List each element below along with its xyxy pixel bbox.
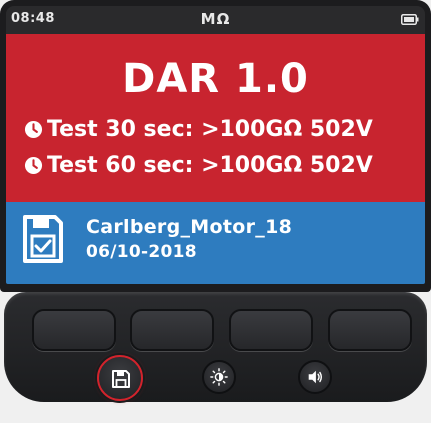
result-line-text: Test 30 sec: >100GΩ 502V (47, 116, 373, 142)
soft-key-2[interactable] (130, 309, 214, 351)
device-bezel: 08:48 MΩ DAR 1.0 Test 30 sec: >100GΩ 502… (0, 0, 431, 292)
brightness-icon (210, 368, 228, 386)
measurement-unit: MΩ (200, 10, 231, 28)
speaker-icon (308, 370, 323, 384)
battery-icon (401, 14, 419, 25)
file-name: Carlberg_Motor_18 (86, 216, 293, 238)
result-title: DAR 1.0 (122, 56, 309, 102)
save-button[interactable] (97, 355, 143, 401)
result-panel: DAR 1.0 Test 30 sec: >100GΩ 502V Test 60… (6, 34, 425, 202)
result-line-60s: Test 60 sec: >100GΩ 502V (24, 150, 373, 180)
sound-button[interactable] (298, 360, 332, 394)
clock-icon (24, 156, 43, 174)
save-file-icon (23, 215, 63, 263)
soft-key-4[interactable] (328, 309, 412, 351)
soft-key-3[interactable] (229, 309, 313, 351)
status-bar: 08:48 MΩ (6, 6, 425, 34)
result-line-text: Test 60 sec: >100GΩ 502V (47, 152, 373, 178)
clock-icon (24, 120, 43, 138)
soft-key-1[interactable] (32, 309, 116, 351)
save-icon (112, 370, 130, 388)
file-panel: Carlberg_Motor_18 06/10-2018 (6, 202, 425, 284)
brightness-button[interactable] (202, 360, 236, 394)
result-line-30s: Test 30 sec: >100GΩ 502V (24, 114, 373, 144)
display-screen: 08:48 MΩ DAR 1.0 Test 30 sec: >100GΩ 502… (6, 6, 425, 284)
keypad (4, 292, 427, 402)
file-date: 06/10-2018 (86, 242, 197, 262)
